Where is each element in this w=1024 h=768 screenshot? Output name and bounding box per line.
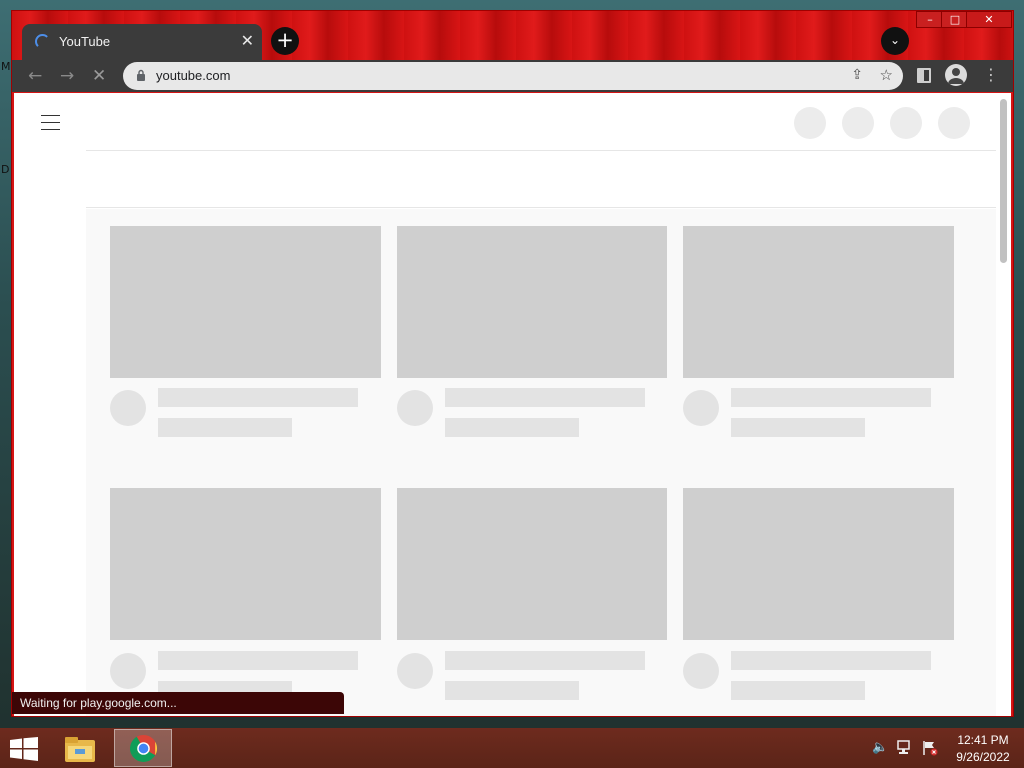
channel-avatar-placeholder bbox=[397, 653, 433, 689]
clock-time: 12:41 PM bbox=[957, 733, 1009, 747]
title-placeholder bbox=[731, 388, 931, 407]
meta-placeholder bbox=[731, 418, 865, 437]
bookmark-star-icon[interactable]: ☆ bbox=[880, 66, 893, 84]
channel-avatar-placeholder bbox=[683, 653, 719, 689]
back-button[interactable]: ← bbox=[28, 66, 42, 86]
title-placeholder bbox=[158, 651, 358, 670]
lock-icon[interactable] bbox=[136, 69, 146, 81]
desktop-edge-letter-m: M bbox=[1, 60, 11, 73]
video-grid bbox=[86, 209, 996, 716]
desktop-edge-letter-d: D bbox=[1, 163, 10, 176]
stop-loading-button[interactable]: ✕ bbox=[92, 66, 106, 86]
windows-start-icon[interactable] bbox=[10, 737, 38, 761]
action-center-flag-icon[interactable] bbox=[922, 740, 938, 756]
speaker-muted-icon[interactable]: 🔈 bbox=[872, 740, 888, 755]
thumbnail-placeholder bbox=[110, 226, 381, 378]
tab-youtube[interactable]: YouTube ✕ bbox=[22, 24, 262, 60]
header-placeholder-circle bbox=[890, 107, 922, 139]
forward-button[interactable]: → bbox=[60, 66, 74, 86]
meta-placeholder bbox=[445, 681, 579, 700]
loading-spinner-icon bbox=[35, 34, 50, 49]
browser-menu-icon[interactable]: ⋮ bbox=[983, 65, 999, 84]
channel-avatar-placeholder bbox=[397, 390, 433, 426]
chrome-taskbar-button[interactable] bbox=[114, 729, 172, 767]
scrollbar-thumb[interactable] bbox=[1000, 99, 1007, 263]
tab-title: YouTube bbox=[59, 34, 111, 49]
thumbnail-placeholder bbox=[397, 226, 667, 378]
status-bubble: Waiting for play.google.com... bbox=[12, 692, 344, 714]
meta-placeholder bbox=[445, 418, 579, 437]
profile-avatar-icon[interactable] bbox=[945, 64, 967, 86]
youtube-page bbox=[14, 93, 1011, 716]
header-placeholder-circle bbox=[794, 107, 826, 139]
file-explorer-icon[interactable] bbox=[63, 734, 97, 764]
meta-placeholder bbox=[731, 681, 865, 700]
title-placeholder bbox=[731, 651, 931, 670]
chips-divider bbox=[86, 207, 996, 208]
channel-avatar-placeholder bbox=[110, 653, 146, 689]
tab-search-button[interactable]: ⌄ bbox=[881, 27, 909, 55]
tab-close-icon[interactable]: ✕ bbox=[241, 31, 254, 50]
channel-avatar-placeholder bbox=[110, 390, 146, 426]
thumbnail-placeholder bbox=[110, 488, 381, 640]
browser-window: – □ ✕ YouTube ✕ + ⌄ ← → ✕ youtube.com ⇪ … bbox=[11, 10, 1014, 717]
browser-toolbar: ← → ✕ youtube.com ⇪ ☆ ⋮ bbox=[12, 60, 1013, 92]
minimize-button[interactable]: – bbox=[916, 11, 944, 28]
title-placeholder bbox=[445, 388, 645, 407]
header-placeholder-circle bbox=[938, 107, 970, 139]
chips-bar-placeholder bbox=[86, 151, 996, 208]
clock-date: 9/26/2022 bbox=[956, 750, 1010, 764]
thumbnail-placeholder bbox=[683, 488, 954, 640]
title-bar[interactable]: – □ ✕ YouTube ✕ + ⌄ bbox=[12, 11, 1013, 61]
meta-placeholder bbox=[158, 418, 292, 437]
chrome-icon bbox=[129, 734, 158, 763]
share-icon[interactable]: ⇪ bbox=[851, 67, 863, 83]
thumbnail-placeholder bbox=[397, 488, 667, 640]
channel-avatar-placeholder bbox=[683, 390, 719, 426]
new-tab-button[interactable]: + bbox=[271, 27, 299, 55]
title-placeholder bbox=[445, 651, 645, 670]
maximize-button[interactable]: □ bbox=[941, 11, 969, 28]
network-icon[interactable] bbox=[897, 740, 913, 755]
hamburger-menu-icon[interactable] bbox=[41, 115, 60, 136]
system-clock[interactable]: 12:41 PM 9/26/2022 bbox=[948, 732, 1018, 766]
thumbnail-placeholder bbox=[683, 226, 954, 378]
side-panel-icon[interactable] bbox=[917, 68, 931, 83]
header-placeholder-circle bbox=[842, 107, 874, 139]
address-bar[interactable]: youtube.com ⇪ ☆ bbox=[123, 62, 903, 90]
title-placeholder bbox=[158, 388, 358, 407]
close-window-button[interactable]: ✕ bbox=[966, 11, 1012, 28]
taskbar: 🔈 12:41 PM 9/26/2022 bbox=[0, 728, 1024, 768]
url-text[interactable]: youtube.com bbox=[156, 68, 230, 83]
